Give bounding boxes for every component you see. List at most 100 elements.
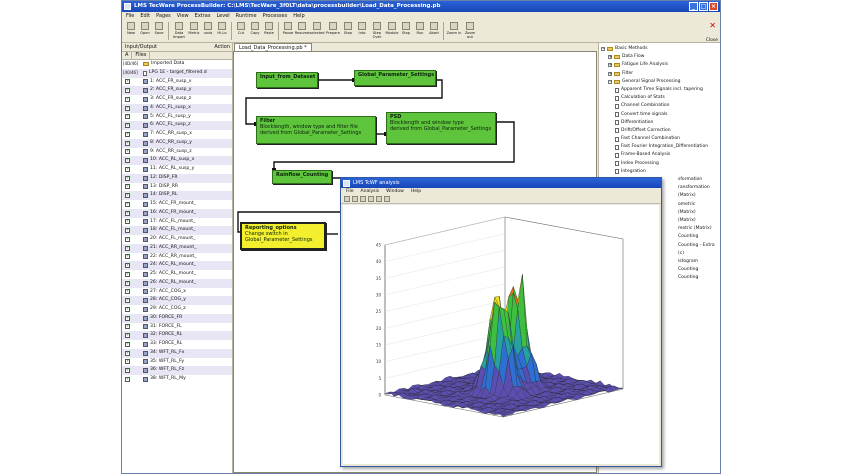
channel-row[interactable]: ✓ 13: DISP_RR	[122, 183, 232, 192]
toolbar-button-zoom-in[interactable]: Zoom in	[446, 20, 462, 42]
channel-row[interactable]: ✓ 24: ACC_RL_mount_	[122, 261, 232, 270]
toolbar-button-data-import[interactable]: Data Import	[171, 20, 187, 42]
menu-edit[interactable]: Edit	[140, 12, 150, 20]
channel-row[interactable]: ✓ 5: ACC_FL_susp_y	[122, 113, 232, 122]
menu-help[interactable]: Help	[293, 12, 304, 20]
channel-checkbox[interactable]: ✓	[125, 140, 130, 146]
node-filter[interactable]: Filter Blocklength, window type and filt…	[256, 116, 376, 144]
channel-row[interactable]: ✓ 14: DISP_RL	[122, 191, 232, 200]
menu-file[interactable]: File	[126, 12, 134, 20]
method-tree-item[interactable]: Frame-Based Analysis	[599, 151, 720, 159]
toolbar-button-new[interactable]: New	[124, 20, 138, 42]
channel-checkbox[interactable]: ✓	[125, 88, 130, 94]
plot-menu-help[interactable]: Help	[411, 188, 421, 195]
menu-pages[interactable]: Pages	[156, 12, 171, 20]
toolbar-button-prepare[interactable]: Prepare	[325, 20, 341, 42]
plot-tool-icon[interactable]	[344, 196, 350, 202]
channel-checkbox[interactable]: ✓	[125, 158, 130, 164]
channel-checkbox[interactable]: ✓	[125, 306, 130, 312]
tab-files[interactable]: Files	[132, 52, 151, 59]
collapse-icon[interactable]: −	[601, 47, 605, 52]
channel-row[interactable]: ✓ 20: ACC_FL_mount_	[122, 235, 232, 244]
toolbar-button-unds[interactable]: unds	[201, 20, 215, 42]
channel-row[interactable]: ✓ 16: ACC_FR_mount_	[122, 208, 232, 218]
channel-row[interactable]: ✓ 9: ACC_RR_susp_z	[122, 148, 232, 157]
channel-row[interactable]: ✓ 12: DISP_FR	[122, 173, 232, 183]
selector[interactable]: [4D/46]	[122, 60, 143, 69]
channel-checkbox[interactable]: ✓	[125, 236, 130, 242]
channel-row[interactable]: ✓ 7: ACC_RR_susp_x	[122, 130, 232, 139]
title-bar[interactable]: LMS TecWare ProcessBuilder: C:\LMS\TecWa…	[122, 1, 720, 12]
toolbar-button-module[interactable]: Module	[385, 20, 399, 42]
method-tree-item[interactable]: + Filter	[599, 70, 720, 78]
toolbar-button-paste[interactable]: Paste	[262, 20, 276, 42]
channel-row[interactable]: ✓ 35: WFT_RL_Fy	[122, 358, 232, 367]
channel-row[interactable]: ✓ 27: ACC_COG_x	[122, 288, 232, 297]
method-tree-item[interactable]: Drift/Offset Correction	[599, 127, 720, 135]
plot-menu-window[interactable]: Window	[386, 188, 404, 195]
toolbar-button-selected[interactable]: selected	[309, 20, 325, 42]
channel-row[interactable]: ✓ 28: ACC_COG_y	[122, 296, 232, 305]
tree-row-root[interactable]: [4D/46] Imported Data	[122, 60, 232, 69]
node-reporting-options[interactable]: Reporting_options Change switch in Globa…	[240, 222, 326, 250]
channel-row[interactable]: ✓ 3: ACC_FR_susp_z	[122, 95, 232, 104]
toolbar-button-step[interactable]: Step	[341, 20, 355, 42]
channel-row[interactable]: ✓ 4: ACC_FL_susp_x	[122, 103, 232, 113]
plot-area[interactable]: 0 5 10 15 20 25 30 35 40 45	[343, 205, 659, 464]
channel-checkbox[interactable]: ✓	[125, 350, 130, 356]
channel-row[interactable]: ✓ 2: ACC_FR_susp_y	[122, 86, 232, 95]
plot-tool-icon[interactable]	[376, 196, 382, 202]
toolbar-button-hi-lo[interactable]: Hi-Lo	[215, 20, 229, 42]
toolbar-button-open[interactable]: Open	[138, 20, 152, 42]
minimize-button[interactable]: _	[689, 2, 698, 11]
channel-checkbox[interactable]: ✓	[125, 114, 130, 120]
channel-row[interactable]: ✓ 15: ACC_FR_mount_	[122, 200, 232, 209]
toolbar-button-step-over[interactable]: Step Over	[369, 20, 385, 42]
toolbar-button-zoom-out[interactable]: Zoom out	[462, 20, 478, 42]
channel-checkbox[interactable]: ✓	[125, 315, 130, 321]
method-tree-item[interactable]: Calculation of Stats	[599, 94, 720, 102]
channel-checkbox[interactable]: ✓	[125, 184, 130, 190]
channel-checkbox[interactable]: ✓	[125, 376, 130, 382]
toolbar-button-save[interactable]: Save	[152, 20, 166, 42]
plot-tool-icon[interactable]	[352, 196, 358, 202]
channel-checkbox[interactable]: ✓	[125, 254, 130, 260]
close-doc-icon[interactable]: ✕	[709, 21, 716, 30]
channel-row[interactable]: ✓ 29: ACC_COG_z	[122, 305, 232, 314]
channel-checkbox[interactable]: ✓	[125, 105, 130, 111]
channel-row[interactable]: ✓ 25: ACC_RL_mount_	[122, 270, 232, 279]
channel-checkbox[interactable]: ✓	[125, 166, 130, 172]
toolbar-button-into[interactable]: Into	[355, 20, 369, 42]
method-tree-item[interactable]: − General Signal Processing	[599, 78, 720, 86]
toolbar-button-stop[interactable]: Stop	[399, 20, 413, 42]
node-global-parameter-settings[interactable]: Global_Parameter_Settings	[354, 70, 436, 86]
channel-checkbox[interactable]: ✓	[125, 359, 130, 365]
plot-window[interactable]: LMS TcWF analysis File Analysis Window Help…	[340, 177, 662, 467]
toolbar-button-metric[interactable]: Metric	[187, 20, 201, 42]
expand-icon[interactable]: +	[608, 63, 612, 68]
channel-checkbox[interactable]: ✓	[125, 201, 130, 207]
menu-level[interactable]: Level	[216, 12, 229, 20]
channel-row[interactable]: ✓ 11: ACC_RL_susp_y	[122, 165, 232, 174]
channel-row[interactable]: ✓ 38: WFT_RL_My	[122, 375, 232, 384]
channel-checkbox[interactable]: ✓	[125, 210, 130, 216]
channel-checkbox[interactable]: ✓	[125, 79, 130, 85]
plot-window-title-bar[interactable]: LMS TcWF analysis	[341, 178, 661, 188]
channel-row[interactable]: ✓ 31: FORCE_FL	[122, 323, 232, 332]
channel-row[interactable]: ✓ 32: FORCE_RL	[122, 331, 232, 340]
method-tree-item[interactable]: Fast Fourier Integration_Differentiation	[599, 143, 720, 151]
channel-row[interactable]: ✓ 34: WFT_RL_Fx	[122, 348, 232, 358]
channel-checkbox[interactable]: ✓	[125, 175, 130, 181]
node-rainflow-counting[interactable]: Rainflow_Counting	[272, 170, 332, 184]
channel-row[interactable]: ✓ 36: WFT_RL_Fz	[122, 366, 232, 375]
channel-checkbox[interactable]: ✓	[125, 289, 130, 295]
method-tree-item[interactable]: + Data Flow	[599, 53, 720, 61]
plot-menu-analysis[interactable]: Analysis	[361, 188, 380, 195]
close-window-button[interactable]: ×	[709, 2, 718, 11]
channel-checkbox[interactable]: ✓	[125, 324, 130, 330]
node-input-from-dataset[interactable]: Input_from_Dataset	[256, 72, 318, 88]
method-tree-item[interactable]: Apparent Time Signals incl. tapering	[599, 86, 720, 94]
tree-row-group[interactable]: [40/46] LPG 1E - target_filtered.d	[122, 68, 232, 78]
menu-extras[interactable]: Extras	[195, 12, 211, 20]
channel-row[interactable]: ✓ 17: ACC_FL_mount_	[122, 218, 232, 227]
